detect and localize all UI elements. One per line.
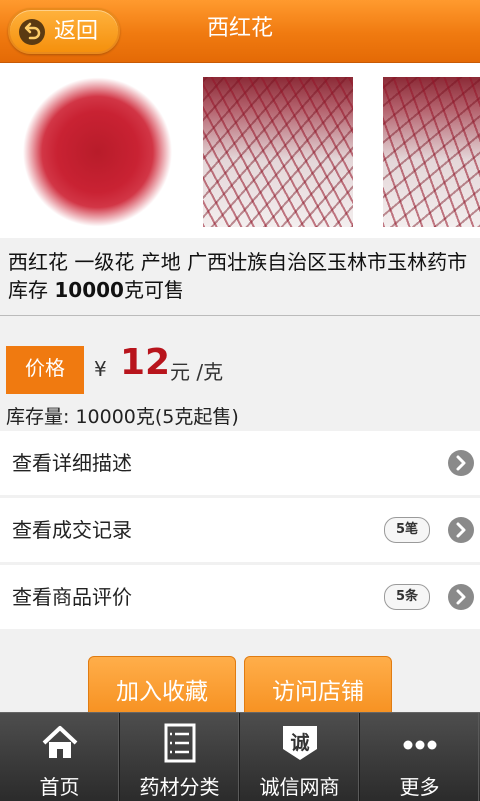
tab-label: 药材分类 [139,775,220,799]
product-gallery[interactable] [0,63,480,238]
home-icon [40,723,80,763]
price-unit: 元 /克 [170,360,224,384]
tab-more[interactable]: 更多 [360,713,479,801]
bottom-tab-bar: 首页 药材分类 诚 诚信网商 更多 [0,712,480,801]
tab-label: 诚信网商 [259,775,340,799]
tab-home[interactable]: 首页 [0,713,120,801]
product-description: 西红花 一级花 产地 广西壮族自治区玉林市玉林药市 库存 10000克可售 [8,248,473,304]
page-title: 西红花 [206,16,273,41]
chevron-right-icon [448,584,474,610]
view-transactions-row[interactable]: 查看成交记录 5笔 [0,498,480,562]
row-label: 查看成交记录 [12,518,132,542]
product-photo[interactable] [383,77,480,227]
product-photo[interactable] [203,77,353,227]
divider [0,315,480,316]
tab-categories[interactable]: 药材分类 [120,713,240,801]
back-arrow-icon [19,19,45,45]
chevron-right-icon [448,517,474,543]
review-count-badge: 5条 [384,584,430,610]
back-label: 返回 [54,19,99,44]
row-label: 查看详细描述 [12,451,132,475]
stock-quantity: 库存量: 10000克(5克起售) [6,406,239,428]
integrity-badge-icon: 诚 [280,723,320,763]
description-stock: 10000 [54,278,124,302]
tab-label: 更多 [399,775,440,799]
description-suffix: 克可售 [123,278,184,302]
more-dots-icon [400,723,440,763]
view-details-row[interactable]: 查看详细描述 [0,431,480,495]
svg-text:诚: 诚 [290,732,309,754]
transaction-count-badge: 5笔 [384,517,430,543]
row-label: 查看商品评价 [12,585,132,609]
back-button[interactable]: 返回 [8,8,120,54]
price-value: 12 [120,342,171,383]
view-reviews-row[interactable]: 查看商品评价 5条 [0,565,480,629]
price-label: 价格 [6,346,84,394]
product-photo[interactable] [22,77,173,227]
chevron-right-icon [448,450,474,476]
tab-integrity-merchants[interactable]: 诚 诚信网商 [240,713,360,801]
top-bar: 返回 西红花 [0,0,480,63]
currency-symbol: ¥ [94,357,107,381]
tab-label: 首页 [39,775,80,799]
category-list-icon [160,723,200,763]
